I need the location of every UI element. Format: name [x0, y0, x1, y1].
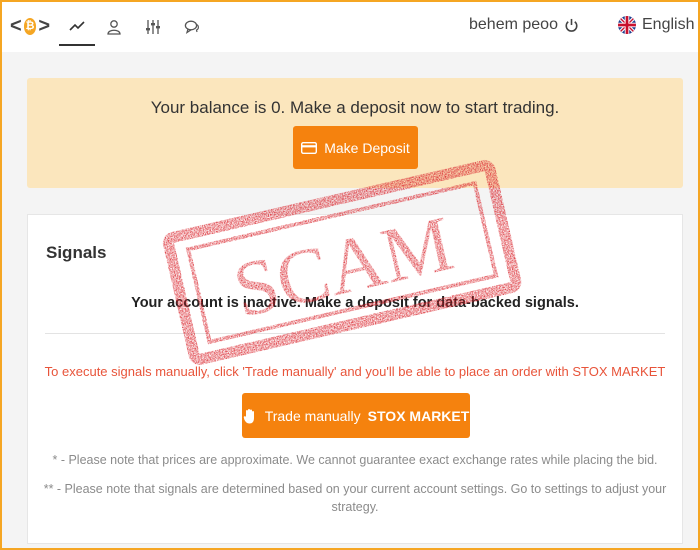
credit-card-icon — [301, 141, 318, 154]
tab-settings[interactable] — [135, 8, 171, 46]
user-icon — [107, 20, 121, 35]
divider — [45, 333, 665, 334]
sliders-icon — [146, 20, 160, 34]
tab-chat[interactable] — [174, 8, 210, 46]
trade-manually-button[interactable]: Trade manually STOX MARKET — [242, 393, 470, 438]
trade-manually-label: Trade manually — [264, 407, 361, 424]
make-deposit-button[interactable]: Make Deposit — [293, 126, 418, 169]
balance-message: Your balance is 0. Make a deposit now to… — [150, 98, 560, 117]
uk-flag-icon — [618, 16, 636, 34]
signals-title: Signals — [46, 243, 107, 262]
user-menu[interactable]: behem peoo — [469, 16, 579, 34]
app-frame: < ₿ > behem peoo English Your balance is… — [0, 0, 700, 550]
tab-chart[interactable] — [59, 8, 95, 46]
make-deposit-label: Make Deposit — [324, 139, 410, 156]
username: behem peoo — [469, 16, 558, 33]
language-label: English — [642, 16, 695, 33]
bitcoin-logo-icon[interactable]: < ₿ > — [10, 14, 50, 38]
trade-manually-instruction: To execute signals manually, click 'Trad… — [44, 364, 666, 379]
hand-icon — [243, 408, 254, 423]
inactive-account-message: Your account is inactive. Make a deposit… — [131, 295, 579, 311]
broker-name: STOX MARKET — [367, 407, 470, 424]
price-disclaimer: * - Please note that prices are approxim… — [52, 453, 658, 467]
signals-card: Signals Your account is inactive. Make a… — [27, 214, 683, 544]
power-icon[interactable] — [564, 18, 579, 33]
language-selector[interactable]: English — [618, 16, 694, 34]
settings-disclaimer: ** - Please note that signals are determ… — [43, 482, 667, 514]
trend-line-icon — [69, 21, 85, 31]
tab-account[interactable] — [96, 8, 132, 46]
top-navigation-bar: < ₿ > behem peoo English — [2, 2, 698, 52]
balance-banner: Your balance is 0. Make a deposit now to… — [27, 78, 683, 188]
chat-bubbles-icon — [184, 20, 199, 35]
